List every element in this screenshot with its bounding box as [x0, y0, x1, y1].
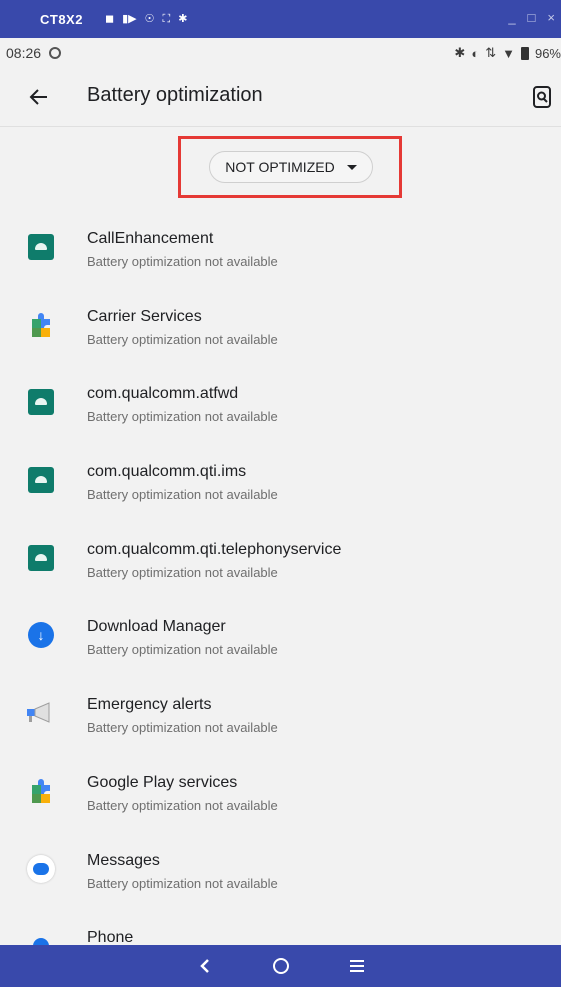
list-item[interactable]: com.qualcomm.qti.ims Battery optimizatio…	[0, 443, 561, 521]
notification-icon	[49, 47, 62, 59]
list-item[interactable]: com.qualcomm.atfwd Battery optimization …	[0, 365, 561, 443]
settings-gear-icon[interactable]: ✱	[178, 13, 187, 25]
megaphone-icon	[24, 696, 58, 730]
app-status: Battery optimization not available	[87, 720, 278, 736]
home-circle-icon	[272, 958, 289, 974]
list-item[interactable]: Emergency alerts Battery optimization no…	[0, 676, 561, 754]
back-arrow-icon	[29, 89, 47, 105]
list-item[interactable]: Google Play services Battery optimizatio…	[0, 754, 561, 832]
puzzle-icon	[24, 774, 58, 808]
headphones-icon[interactable]: ☉	[145, 13, 155, 25]
app-status: Battery optimization not available	[87, 875, 278, 891]
app-status: Battery optimization not available	[87, 487, 278, 503]
puzzle-icon	[24, 308, 58, 342]
menu-lines-icon	[349, 960, 364, 972]
list-item[interactable]: Carrier Services Battery optimization no…	[0, 288, 561, 366]
wifi-icon: ▼	[502, 45, 515, 61]
nav-back-button[interactable]	[190, 951, 220, 981]
app-status: Battery optimization not available	[87, 797, 278, 813]
app-name: com.qualcomm.atfwd	[87, 385, 239, 403]
app-search-icon	[533, 86, 551, 108]
minimize-button[interactable]: _	[508, 10, 515, 25]
window-toolbar: ◼ ▮▶ ☉ ⛶ ✱	[105, 13, 187, 25]
nav-recents-button[interactable]	[342, 951, 372, 981]
app-name: Emergency alerts	[87, 696, 212, 714]
chevron-left-icon	[199, 959, 209, 973]
battery-icon	[520, 46, 529, 60]
android-icon	[24, 463, 58, 497]
search-button[interactable]	[527, 82, 557, 112]
filter-selected-value: NOT OPTIMIZED	[225, 159, 335, 175]
app-status: Battery optimization not available	[87, 642, 278, 658]
android-icon	[24, 230, 58, 264]
list-item[interactable]: ↓ Download Manager Battery optimization …	[0, 598, 561, 676]
app-bar: Battery optimization	[0, 68, 561, 127]
list-item[interactable]: CallEnhancement Battery optimization not…	[0, 210, 561, 288]
page-title: Battery optimization	[87, 84, 263, 106]
maximize-button[interactable]: □	[528, 10, 536, 25]
list-item[interactable]: Messages Battery optimization not availa…	[0, 832, 561, 910]
app-name: Carrier Services	[87, 307, 202, 325]
close-button[interactable]: ×	[547, 10, 555, 25]
nav-home-button[interactable]	[266, 951, 296, 981]
app-status: Battery optimization not available	[87, 564, 278, 580]
window-title: CT8X2	[40, 11, 83, 27]
android-icon	[24, 541, 58, 575]
navigation-bar	[0, 945, 561, 987]
video-icon[interactable]: ▮▶	[122, 13, 137, 25]
fullscreen-icon[interactable]: ⛶	[163, 13, 171, 25]
status-bar: 08:26 ✱ ◐ ⇅ ▼ 96%	[0, 38, 561, 68]
app-name: CallEnhancement	[87, 230, 214, 247]
download-icon: ↓	[24, 618, 58, 652]
app-status: Battery optimization not available	[87, 331, 278, 347]
app-status: Battery optimization not available	[87, 409, 278, 425]
app-name: Download Manager	[87, 618, 226, 636]
dropdown-caret-icon	[346, 164, 357, 170]
filter-section: NOT OPTIMIZED	[0, 126, 561, 206]
messages-icon	[24, 852, 58, 886]
app-name: com.qualcomm.qti.ims	[87, 463, 247, 481]
app-status: Battery optimization not available	[87, 254, 278, 269]
app-name: Messages	[87, 851, 160, 869]
battery-percent: 96%	[534, 45, 561, 61]
camera-icon[interactable]: ◼	[105, 13, 114, 25]
app-name: com.qualcomm.qti.telephonyservice	[87, 540, 342, 558]
status-time: 08:26	[6, 45, 42, 61]
app-list: CallEnhancement Battery optimization not…	[0, 210, 561, 987]
window-titlebar: CT8X2 ◼ ▮▶ ☉ ⛶ ✱ _ □ ×	[0, 0, 561, 38]
back-button[interactable]	[22, 80, 56, 114]
bluetooth-icon: ✱	[454, 45, 466, 60]
data-arrows-icon: ⇅	[485, 45, 497, 60]
app-name: Google Play services	[87, 773, 238, 791]
list-item[interactable]: com.qualcomm.qti.telephonyservice Batter…	[0, 521, 561, 599]
android-icon	[24, 385, 58, 419]
filter-dropdown[interactable]: NOT OPTIMIZED	[209, 151, 373, 183]
vibrate-icon: ◐	[471, 45, 480, 61]
